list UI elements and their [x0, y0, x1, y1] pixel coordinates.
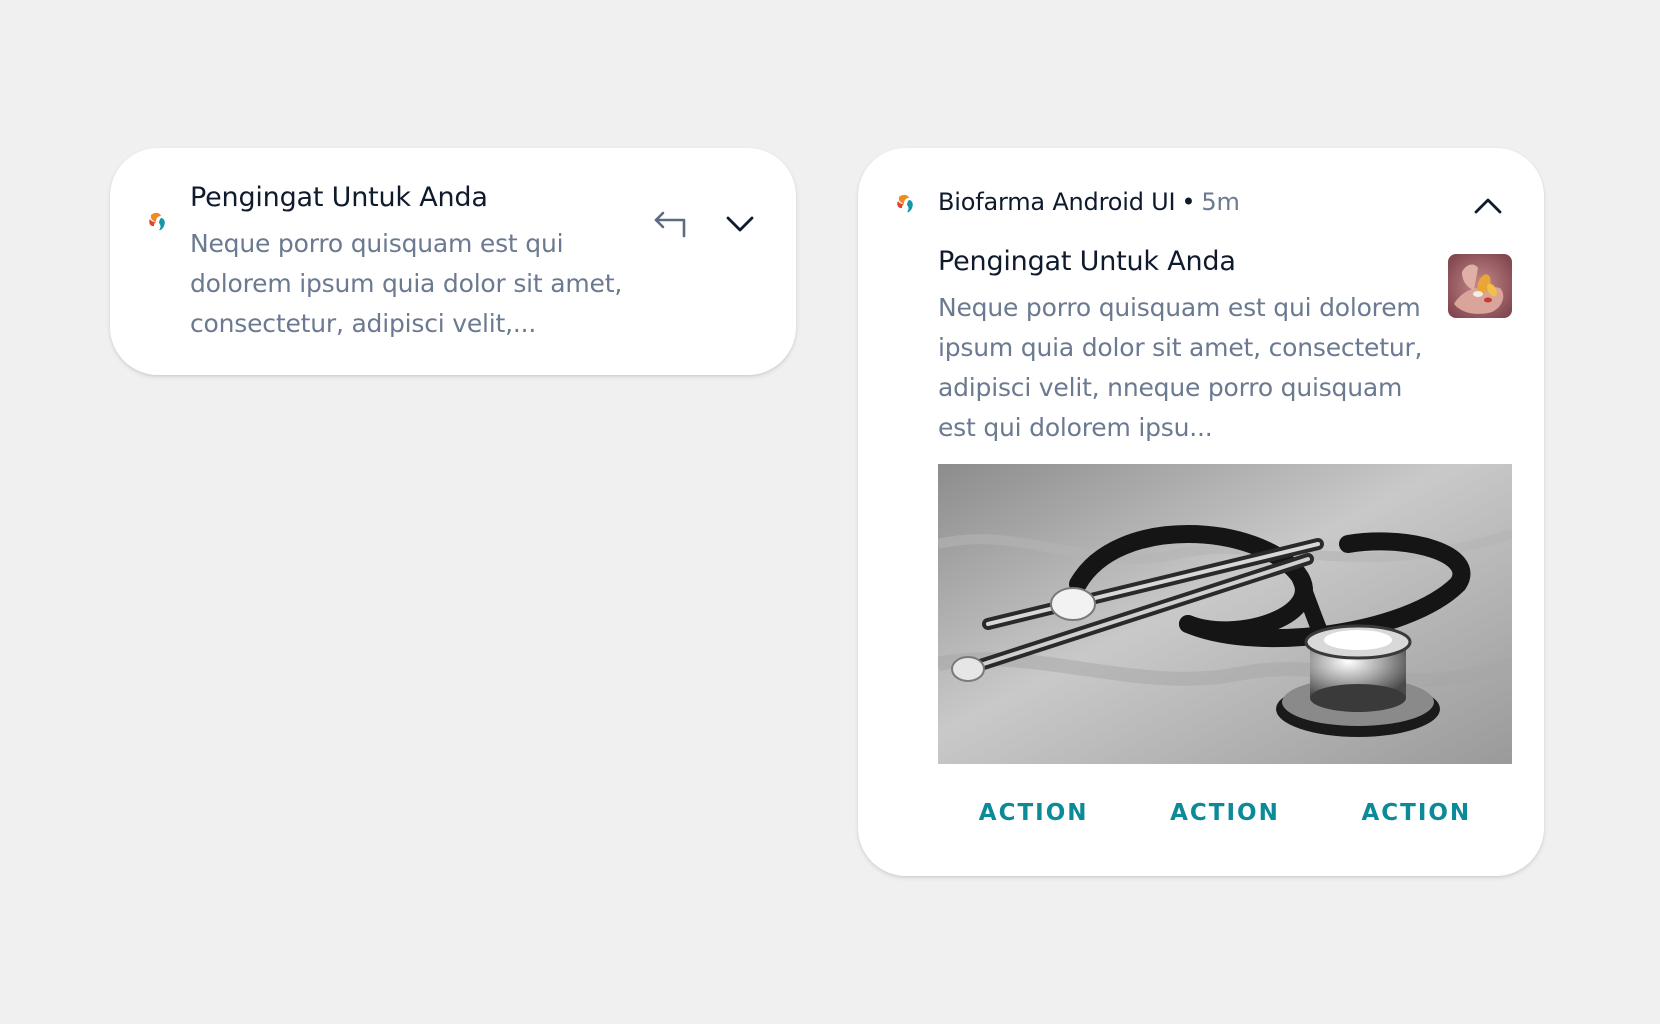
- pills-in-hand-image: [1448, 254, 1512, 318]
- reply-arrow-icon[interactable]: [652, 206, 692, 246]
- timestamp: 5m: [1201, 188, 1240, 216]
- biofarma-logo-icon: [149, 212, 165, 231]
- notification-body: Neque porro quisquam est qui dolorem ips…: [938, 293, 1423, 442]
- stethoscope-image: [938, 464, 1512, 764]
- notification-header: Biofarma Android UI • 5m: [938, 188, 1240, 216]
- notification-collapsed[interactable]: Pengingat Untuk Anda Neque porro quisqua…: [110, 148, 796, 375]
- biofarma-logo-icon: [897, 194, 913, 213]
- action-button-3[interactable]: ACTION: [1347, 792, 1485, 834]
- action-button-1[interactable]: ACTION: [965, 792, 1103, 834]
- notification-body: Neque porro quisquam est qui dolorem ips…: [190, 229, 623, 338]
- notification-title: Pengingat Untuk Anda: [938, 246, 1236, 277]
- chevron-up-icon[interactable]: [1470, 188, 1506, 224]
- notification-title: Pengingat Untuk Anda: [190, 182, 488, 213]
- action-bar: ACTION ACTION ACTION: [938, 788, 1512, 838]
- notification-expanded[interactable]: Biofarma Android UI • 5m Pengingat Untuk A…: [858, 148, 1544, 876]
- app-name: Biofarma Android UI: [938, 188, 1176, 216]
- separator-dot: •: [1181, 188, 1196, 216]
- chevron-down-icon[interactable]: [722, 206, 758, 242]
- action-button-2[interactable]: ACTION: [1156, 792, 1294, 834]
